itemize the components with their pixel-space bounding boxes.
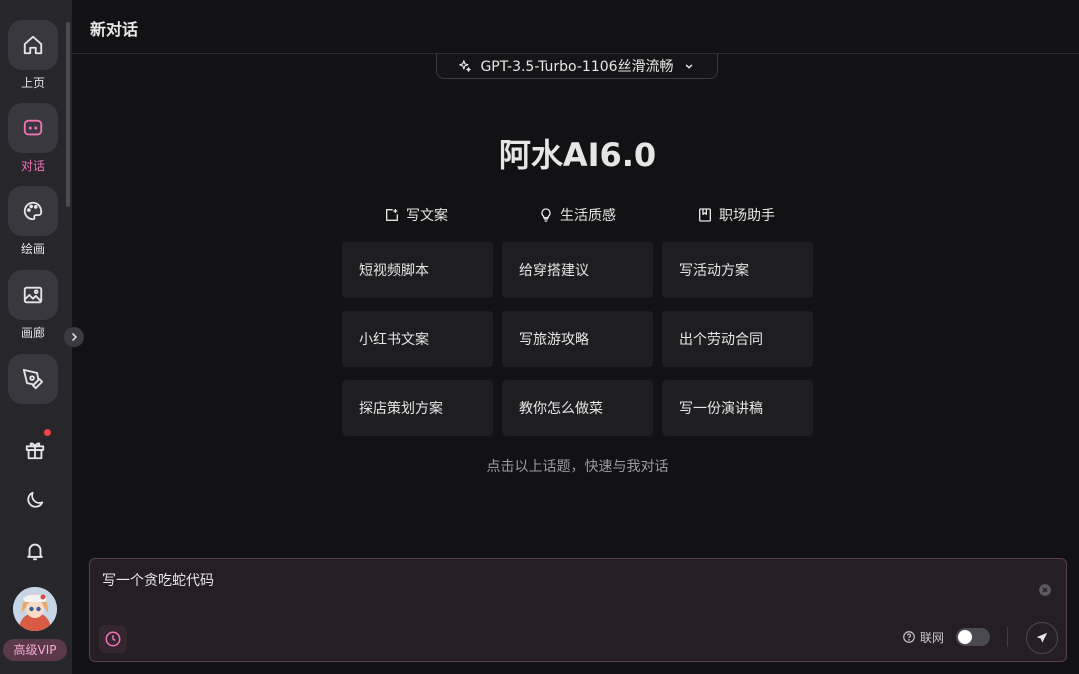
sidebar-item-label: 对话: [20, 159, 45, 173]
model-name: GPT-3.5-Turbo-1106丝滑流畅: [480, 59, 674, 75]
sparkle-icon: [459, 60, 472, 72]
hint-text: 点击以上话题，快速与我对话: [486, 459, 669, 475]
palette-icon: [23, 201, 43, 221]
history-button[interactable]: [99, 625, 127, 653]
message-composer[interactable]: 写一个贪吃蛇代码 联网: [89, 558, 1067, 662]
sidebar-item-chat[interactable]: 对话: [8, 103, 58, 173]
topic-card[interactable]: 探店策划方案: [342, 380, 493, 436]
chat-icon: [23, 119, 43, 136]
topic-card[interactable]: 短视频脚本: [342, 242, 493, 298]
topic-card[interactable]: 小红书文案: [342, 311, 493, 367]
category-tabs: 写文案 生活质感 职场助手: [342, 205, 813, 225]
topic-card[interactable]: 教你怎么做菜: [502, 380, 653, 436]
chevron-right-icon: [71, 332, 78, 342]
sidebar-scrollbar[interactable]: [66, 22, 70, 207]
chevron-down-icon: [685, 64, 692, 69]
send-button[interactable]: [1026, 622, 1058, 654]
avatar[interactable]: [13, 587, 57, 631]
sidebar-item-gallery[interactable]: 画廊: [8, 270, 58, 340]
notification-dot: [44, 429, 51, 436]
web-search-toggle[interactable]: 联网: [902, 628, 991, 646]
sidebar-item-pen[interactable]: [8, 354, 58, 404]
gallery-icon: [23, 286, 43, 304]
divider: [1007, 627, 1008, 647]
bulb-icon: [541, 208, 551, 222]
topic-card[interactable]: 写一份演讲稿: [662, 380, 813, 436]
vip-badge[interactable]: 高级VIP: [3, 639, 67, 661]
tab-workplace[interactable]: 职场助手: [697, 205, 775, 225]
tab-label: 生活质感: [560, 208, 616, 224]
home-icon: [23, 35, 43, 55]
sidebar-item-paint[interactable]: 绘画: [8, 186, 58, 256]
sidebar: 上页 对话 绘画 画廊 高级VIP: [0, 0, 72, 674]
help-icon: [903, 631, 915, 643]
moon-icon: [27, 491, 44, 508]
message-input[interactable]: 写一个贪吃蛇代码: [102, 570, 214, 590]
page-title: 新对话: [90, 20, 139, 39]
tab-label: 写文案: [406, 208, 448, 224]
web-search-switch[interactable]: [956, 628, 991, 646]
bell-icon: [27, 543, 43, 561]
topic-grid: 短视频脚本 给穿搭建议 写活动方案 小红书文案 写旅游攻略 出个劳动合同 探店策…: [342, 242, 813, 436]
sidebar-item-label: 画廊: [20, 326, 45, 340]
topic-card[interactable]: 写活动方案: [662, 242, 813, 298]
topic-card[interactable]: 给穿搭建议: [502, 242, 653, 298]
tab-copywriting[interactable]: 写文案: [384, 205, 448, 225]
avatar-image: [13, 587, 57, 631]
sidebar-item-label: 上页: [20, 76, 45, 90]
brand-title: 阿水AI6.0: [498, 136, 657, 174]
theme-toggle-button[interactable]: [24, 489, 46, 511]
notification-button[interactable]: [24, 540, 46, 562]
gift-icon: [25, 442, 45, 460]
topic-card[interactable]: 出个劳动合同: [662, 311, 813, 367]
book-icon: [699, 208, 711, 222]
gift-button[interactable]: [24, 439, 46, 461]
clear-icon[interactable]: [1038, 583, 1052, 597]
topic-card[interactable]: 写旅游攻略: [502, 311, 653, 367]
send-icon: [1036, 632, 1048, 643]
collapse-sidebar-button[interactable]: [64, 327, 84, 347]
header: 新对话: [72, 0, 1079, 54]
web-search-label: 联网: [920, 630, 945, 645]
clock-icon: [105, 631, 121, 647]
model-selector[interactable]: GPT-3.5-Turbo-1106丝滑流畅: [436, 54, 718, 79]
pen-tool-icon: [22, 368, 44, 390]
tab-label: 职场助手: [719, 208, 775, 224]
tab-life[interactable]: 生活质感: [538, 205, 616, 225]
sidebar-item-home[interactable]: 上页: [8, 20, 58, 90]
sidebar-item-label: 绘画: [20, 242, 45, 256]
edit-icon: [386, 209, 398, 221]
